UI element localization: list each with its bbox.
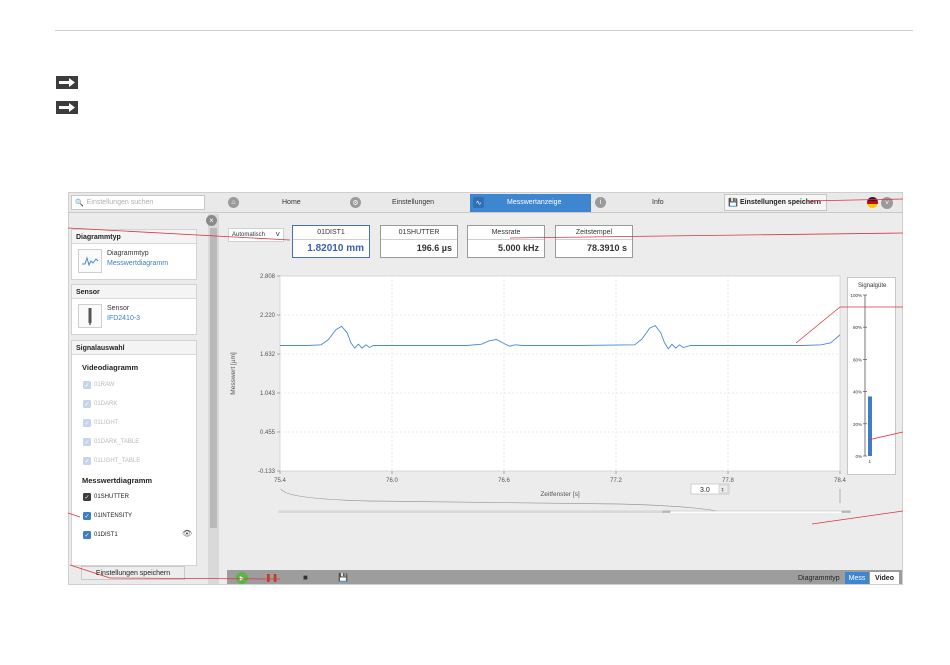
measurement-chart[interactable]: 2.808 2.220 1.632 1.043 0.455 -0.133 75.4 76.0 7… — [219, 263, 903, 513]
tab-messwertanzeige[interactable]: ∿ Messwertanzeige — [470, 194, 591, 212]
panel-signalauswahl: Signalauswahl Videodiagramm ✓ 01RAW ✓ 01DA… — [71, 340, 197, 566]
checkmark-icon: ✓ — [83, 531, 91, 539]
scaling-dropdown[interactable]: Automatisch ˅ — [228, 228, 284, 242]
checkbox-01dark[interactable]: ✓ 01DARK — [83, 400, 117, 408]
checkbox-01dark-table[interactable]: ✓ 01DARK_TABLE — [83, 438, 139, 446]
y-tick-label: -0.133 — [258, 469, 276, 475]
arrow-right-icon — [56, 101, 78, 114]
eye-icon[interactable]: 👁 — [182, 529, 192, 538]
sidebar-save-settings-button[interactable]: Einstellungen speichern — [81, 566, 185, 580]
x-tick-label: 76.0 — [386, 478, 398, 484]
gauge-tick-label: 20% — [853, 422, 862, 427]
gear-icon: ⚙ — [350, 197, 361, 208]
play-icon[interactable]: ▶ — [236, 572, 248, 584]
gauge-tick-label: 80% — [853, 325, 862, 330]
checkmark-icon: ✓ — [83, 419, 91, 427]
checkmark-icon: ✓ — [83, 493, 91, 501]
x-tick-label: 76.6 — [498, 478, 510, 484]
home-icon: ⌂ — [228, 197, 239, 208]
x-tick-label: 78.4 — [834, 478, 846, 484]
panel-sensor: Sensor Sensor IFD2410-3 — [71, 284, 197, 335]
y-tick-label: 1.043 — [260, 391, 276, 397]
sensor-card[interactable]: Sensor IFD2410-3 — [78, 304, 140, 328]
search-icon: 🔍 — [75, 199, 84, 207]
overview-handle-right — [841, 510, 851, 513]
sidebar-scrollbar[interactable] — [208, 214, 219, 584]
sidebar: Diagrammtyp Diagrammtyp Messwertdiagramm… — [69, 214, 209, 584]
checkmark-icon: ✓ — [83, 438, 91, 446]
diagram-type-mess-button[interactable]: Mess — [845, 572, 869, 584]
y-axis-label: Messwert [µm] — [230, 352, 237, 395]
checkbox-01intensity[interactable]: ✓ 01INTENSITY — [83, 512, 132, 520]
y-tick-label: 0.455 — [260, 430, 276, 436]
gauge-channel-label: 1 — [869, 459, 872, 464]
scrollbar-thumb[interactable] — [210, 228, 217, 528]
window-value: 3.0 — [700, 487, 710, 494]
checkbox-01light[interactable]: ✓ 01LIGHT — [83, 419, 118, 427]
y-tick-label: 2.220 — [260, 313, 276, 319]
value-box-messrate[interactable]: Messrate 5.000 kHz — [467, 225, 545, 258]
checkbox-01light-table[interactable]: ✓ 01LIGHT_TABLE — [83, 457, 140, 465]
checkmark-icon: ✓ — [83, 400, 91, 408]
stop-icon[interactable]: ■ — [303, 573, 308, 582]
chevron-down-icon[interactable]: ˅ — [881, 197, 893, 209]
gauge-tick-label: 60% — [853, 357, 862, 362]
german-flag-icon[interactable] — [867, 197, 878, 208]
pause-icon[interactable]: ❚❚ — [265, 573, 278, 582]
x-tick-label: 77.2 — [610, 478, 622, 484]
diagram-type-video-button[interactable]: Video — [870, 572, 899, 584]
x-tick-label: 75.4 — [274, 478, 286, 484]
page-top-rule — [55, 30, 913, 31]
tab-home[interactable]: ⌂ Home — [222, 194, 346, 212]
tab-einstellungen[interactable]: ⚙ Einstellungen — [347, 194, 469, 212]
signal-icon: ∿ — [473, 197, 484, 208]
x-axis-label: Zeitfenster [s] — [540, 491, 580, 498]
chevron-down-icon: ˅ — [275, 230, 280, 239]
overview-shade — [279, 511, 669, 513]
sensor-icon — [78, 304, 102, 328]
arrow-right-icon — [56, 76, 78, 89]
web-interface-window: 🔍 Einstellungen suchen ⌂ Home ⚙ Einstell… — [68, 192, 903, 585]
y-tick-label: 2.808 — [260, 274, 276, 280]
floppy-disk-icon: 💾 — [728, 198, 738, 207]
checkmark-icon: ✓ — [83, 457, 91, 465]
gauge-bar — [868, 396, 872, 456]
x-tick-label: 77.8 — [722, 478, 734, 484]
checkbox-01raw[interactable]: ✓ 01RAW — [83, 381, 114, 389]
bottom-toolbar: ▶ ❚❚ ■ 💾 Diagrammtyp Mess Video — [227, 570, 902, 584]
gauge-tick-label: 0% — [855, 454, 862, 459]
value-box-01shutter[interactable]: 01SHUTTER 196.6 µs — [380, 225, 458, 258]
checkmark-icon: ✓ — [83, 381, 91, 389]
checkbox-01shutter[interactable]: ✓ 01SHUTTER — [83, 493, 129, 501]
zoom-bracket — [280, 488, 727, 513]
diagram-type-card[interactable]: Diagrammtyp Messwertdiagramm — [78, 249, 168, 273]
tab-info[interactable]: i Info — [592, 194, 722, 212]
plot-area — [279, 275, 841, 472]
floppy-disk-icon[interactable]: 💾 — [338, 573, 348, 582]
save-settings-button[interactable]: 💾 Einstellungen speichern — [724, 194, 827, 211]
signal-quality-panel: Signalgüte 100% 80% 60% 40% 20% 0% 1 — [847, 277, 896, 475]
panel-diagrammtyp: Diagrammtyp Diagrammtyp Messwertdiagramm — [71, 229, 197, 280]
line-chart-icon — [78, 249, 102, 273]
value-box-zeitstempel[interactable]: Zeitstempel 78.3910 s — [555, 225, 633, 258]
info-icon: i — [595, 197, 606, 208]
checkbox-01dist1[interactable]: ✓ 01DIST1 — [83, 531, 118, 539]
search-input[interactable]: 🔍 Einstellungen suchen — [71, 195, 205, 210]
value-box-01dist1[interactable]: 01DIST1 1.82010 mm — [292, 225, 370, 258]
checkmark-icon: ✓ — [83, 512, 91, 520]
top-navigation: 🔍 Einstellungen suchen ⌂ Home ⚙ Einstell… — [69, 193, 902, 213]
gauge-tick-label: 40% — [853, 390, 862, 395]
close-icon[interactable]: × — [206, 215, 217, 226]
stepper-icon: ⇕ — [721, 488, 725, 494]
gauge-tick-label: 100% — [850, 293, 862, 298]
overview-handle-left — [662, 510, 671, 513]
y-tick-label: 1.632 — [260, 352, 276, 358]
